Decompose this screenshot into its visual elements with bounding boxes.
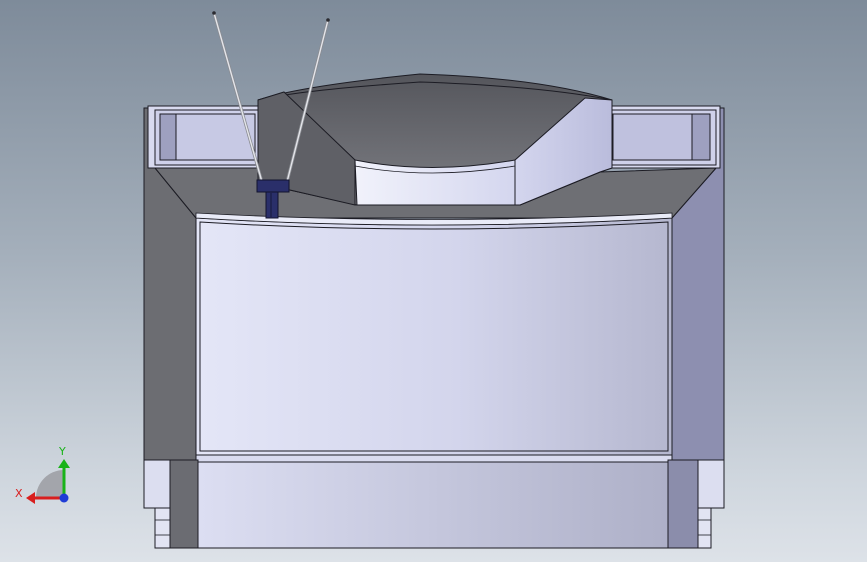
triad-y-arrow bbox=[58, 459, 70, 468]
triad-base-shade bbox=[36, 470, 64, 498]
triad-z-axis bbox=[59, 493, 69, 503]
right-pocket-back bbox=[612, 113, 693, 161]
lower-body-left-dark bbox=[169, 459, 199, 549]
graphics-viewport[interactable]: Y X bbox=[0, 0, 867, 562]
right-pocket-wall bbox=[691, 113, 711, 161]
lower-band bbox=[195, 454, 673, 463]
foot-left bbox=[154, 507, 171, 549]
triad-x-label: X bbox=[15, 487, 23, 500]
triad-x-arrow bbox=[26, 492, 35, 504]
lower-body-left-step bbox=[143, 459, 171, 509]
lower-body-right-step bbox=[697, 459, 725, 509]
left-pocket-wall bbox=[159, 113, 177, 161]
foot-right bbox=[697, 507, 712, 549]
triad-y-label: Y bbox=[58, 445, 66, 458]
lower-body-front bbox=[197, 461, 669, 549]
coordinate-triad: Y X bbox=[15, 445, 70, 504]
model-view[interactable]: Y X bbox=[0, 0, 867, 562]
front-face bbox=[195, 217, 673, 456]
lower-body-right-dark bbox=[667, 459, 699, 549]
